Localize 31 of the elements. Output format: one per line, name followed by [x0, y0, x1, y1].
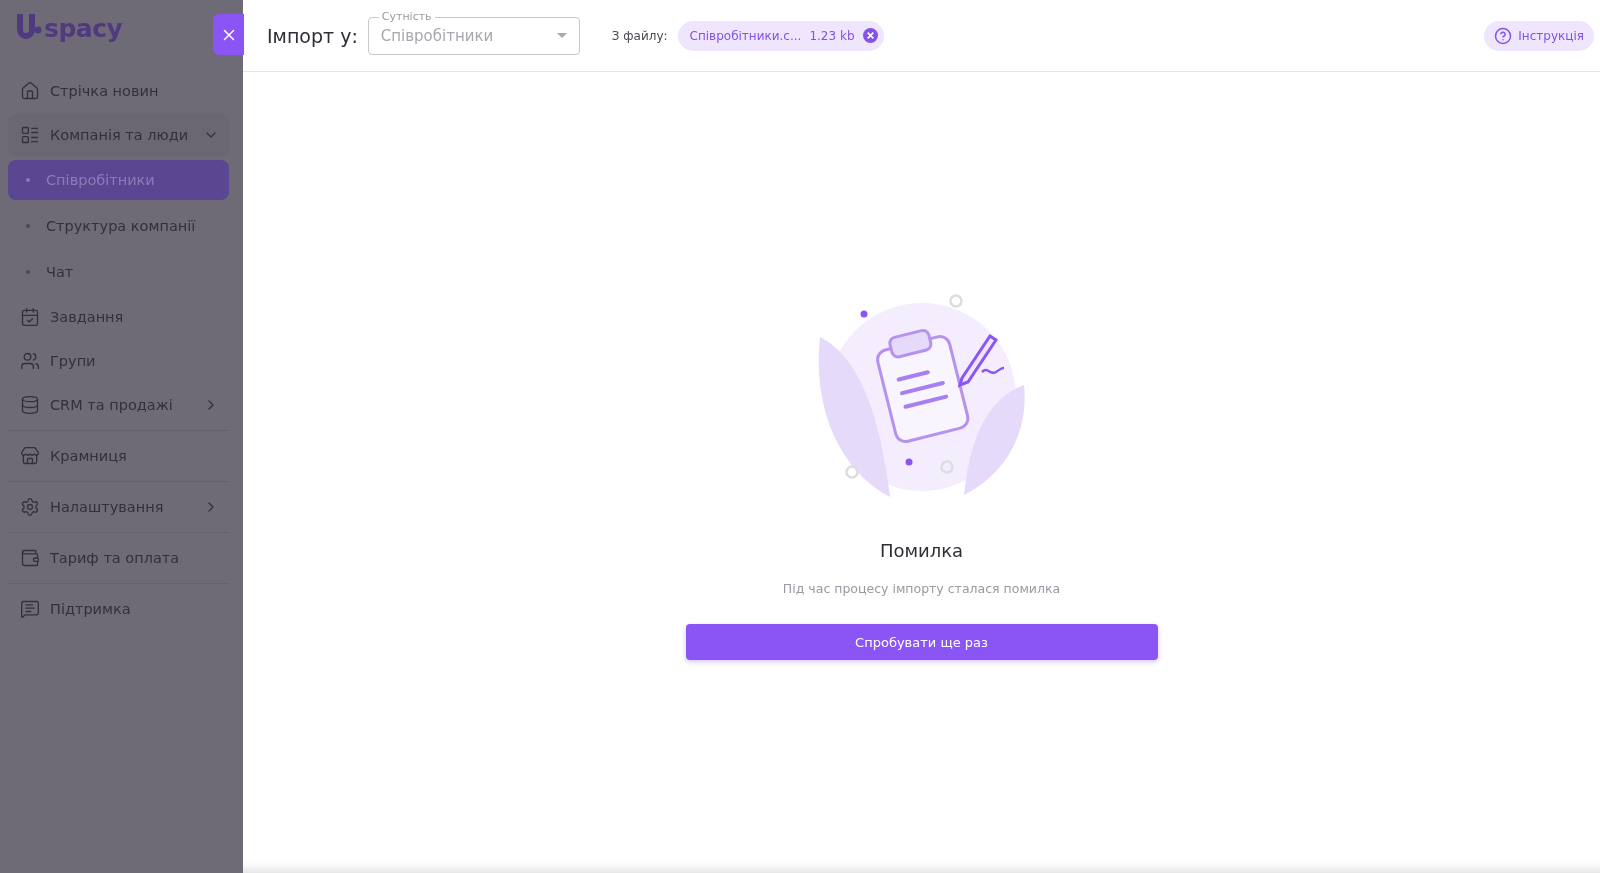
sidebar-item[interactable]: Завдання — [8, 296, 229, 338]
menu-icon — [20, 307, 40, 327]
menu-icon — [20, 599, 40, 619]
sidebar-item[interactable]: Крамниця — [8, 435, 229, 477]
sidebar-item[interactable]: Компанія та люди — [8, 114, 229, 156]
menu-icon — [20, 351, 40, 371]
close-button[interactable] — [213, 14, 244, 55]
menu-icon — [20, 497, 40, 517]
menu-icon — [20, 446, 40, 466]
menu-icon — [20, 81, 40, 101]
file-size: 1.23 kb — [809, 28, 855, 43]
remove-icon[interactable] — [862, 28, 878, 43]
menu-icon — [20, 395, 40, 415]
sidebar-item[interactable]: Стрічка новин — [8, 70, 229, 112]
menu-icon — [20, 548, 40, 568]
sidebar-item[interactable]: CRM та продажі — [8, 384, 229, 426]
file-label: З файлу: — [611, 28, 668, 43]
error-title: Помилка — [879, 540, 964, 561]
sidebar-subitem[interactable]: Структура компанії — [8, 206, 229, 246]
sidebar-item[interactable]: Підтримка — [8, 588, 229, 630]
sidebar-subitem[interactable]: Чат — [8, 252, 229, 292]
sidebar-item[interactable]: Тариф та оплата — [8, 537, 229, 579]
menu-icon — [20, 125, 40, 145]
import-title: Імпорт у: — [267, 24, 358, 47]
sidebar-item[interactable]: Налаштування — [8, 486, 229, 528]
sidebar-item[interactable]: Групи — [8, 340, 229, 382]
file-name: Співробітники.c... — [689, 28, 802, 43]
error-message: Під час процесу імпорту сталася помилка — [782, 581, 1061, 596]
instructions-button[interactable]: Інструкція — [1484, 20, 1594, 51]
help-icon — [1494, 26, 1513, 45]
retry-button[interactable]: Спробувати ще раз — [685, 624, 1158, 660]
